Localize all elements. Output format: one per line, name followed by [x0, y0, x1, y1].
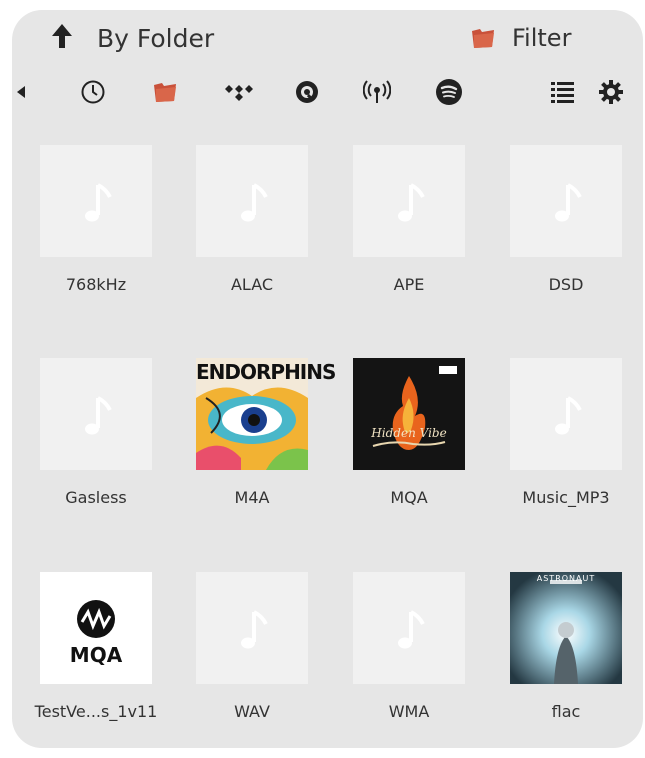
- cover-text: ASTRONAUT: [536, 574, 596, 583]
- album-cover[interactable]: ENDORPHINS: [196, 358, 336, 470]
- music-note-icon[interactable]: [196, 145, 308, 257]
- album-cover[interactable]: Hidden Vibe: [353, 358, 465, 470]
- cover-text: ENDORPHINS: [196, 360, 336, 384]
- folder-label: Gasless: [65, 488, 127, 507]
- album-cover[interactable]: ASTRONAUT: [510, 572, 622, 684]
- cover-text: MQA: [69, 643, 123, 667]
- music-note-icon[interactable]: [196, 572, 308, 684]
- folder-label: ALAC: [230, 275, 274, 294]
- folder-label: MQA: [390, 488, 428, 507]
- folder-label: WMA: [388, 702, 430, 721]
- folder-label: flac: [551, 702, 581, 721]
- cover-text: Hidden Vibe: [371, 426, 447, 440]
- album-cover[interactable]: MQA: [40, 572, 152, 684]
- music-note-icon[interactable]: [40, 145, 152, 257]
- folder-label: APE: [393, 275, 425, 294]
- folder-label: TestVe...s_1v11: [34, 702, 158, 721]
- music-note-icon[interactable]: [510, 145, 622, 257]
- folder-grid: 768kHz ALAC APE DSD Gasless ENDORPHINS M4A Hidd…: [12, 10, 643, 748]
- folder-browser-panel: By Folder Filter 768kHz ALAC APE DSD Gas…: [12, 10, 643, 748]
- music-note-icon[interactable]: [40, 358, 152, 470]
- folder-label: DSD: [548, 275, 584, 294]
- folder-label: M4A: [234, 488, 270, 507]
- folder-label: Music_MP3: [522, 488, 610, 507]
- music-note-icon[interactable]: [353, 572, 465, 684]
- music-note-icon[interactable]: [510, 358, 622, 470]
- music-note-icon[interactable]: [353, 145, 465, 257]
- folder-label: WAV: [234, 702, 270, 721]
- folder-label: 768kHz: [65, 275, 127, 294]
